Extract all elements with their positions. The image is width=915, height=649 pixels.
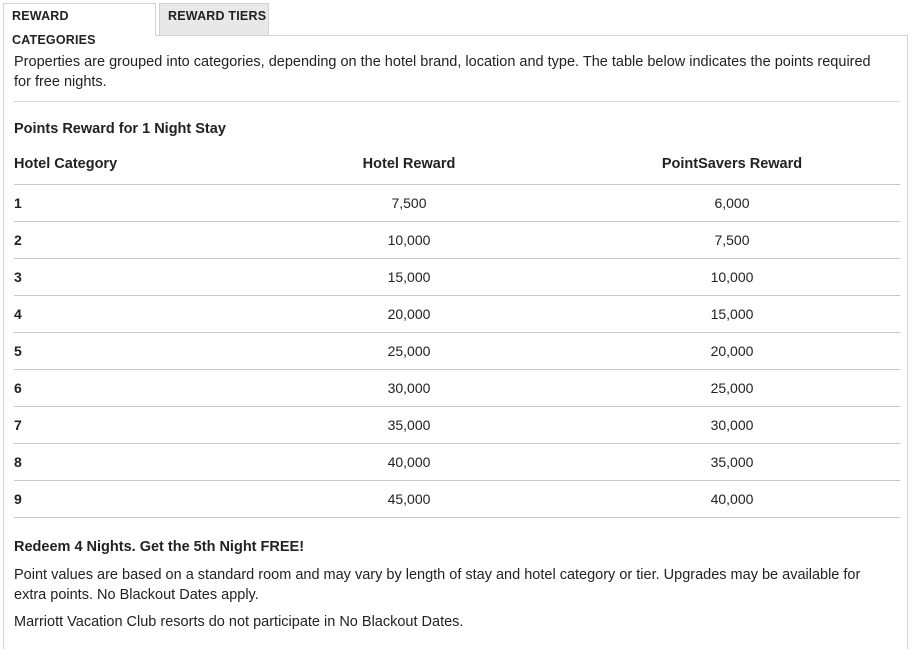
table-row: 3 15,000 10,000 [14, 258, 900, 296]
table-row: 2 10,000 7,500 [14, 221, 900, 259]
hotel-reward-cell: 15,000 [254, 258, 564, 296]
hotel-reward-cell: 35,000 [254, 406, 564, 444]
tab-reward-categories[interactable]: REWARD CATEGORIES [3, 3, 156, 47]
table-row: 5 25,000 20,000 [14, 332, 900, 370]
pointsavers-reward-cell: 15,000 [564, 295, 900, 333]
divider [14, 101, 900, 102]
category-cell: 5 [14, 332, 254, 370]
promo-heading: Redeem 4 Nights. Get the 5th Night FREE! [14, 539, 305, 555]
category-cell: 7 [14, 406, 254, 444]
table-row: 9 45,000 40,000 [14, 480, 900, 518]
hotel-reward-cell: 45,000 [254, 480, 564, 518]
hotel-reward-cell: 20,000 [254, 295, 564, 333]
table-header-row: Hotel Category Hotel Reward PointSavers … [14, 156, 900, 185]
pointsavers-reward-cell: 20,000 [564, 332, 900, 370]
column-header-hotel-reward: Hotel Reward [362, 156, 456, 172]
pointsavers-reward-cell: 30,000 [564, 406, 900, 444]
category-cell: 2 [14, 221, 254, 259]
table-row: 6 30,000 25,000 [14, 369, 900, 407]
pointsavers-reward-cell: 10,000 [564, 258, 900, 296]
table-row: 8 40,000 35,000 [14, 443, 900, 481]
category-cell: 1 [14, 184, 254, 222]
table-row: 7 35,000 30,000 [14, 406, 900, 444]
category-cell: 4 [14, 295, 254, 333]
column-header-pointsavers-reward: PointSavers Reward [661, 156, 803, 172]
table-body: 1 7,500 6,000 2 10,000 7,500 3 15,000 10,000 4 20,… [14, 184, 900, 518]
blackout-note: Marriott Vacation Club resorts do not pa… [14, 614, 464, 630]
points-table: Hotel Category Hotel Reward PointSavers … [14, 156, 900, 518]
tab-reward-tiers[interactable]: REWARD TIERS [159, 3, 269, 35]
table-row: 4 20,000 15,000 [14, 295, 900, 333]
pointsavers-reward-cell: 25,000 [564, 369, 900, 407]
table-row: 1 7,500 6,000 [14, 184, 900, 222]
tab-panel: Properties are grouped into categories, … [3, 35, 908, 649]
column-header-category: Hotel Category [14, 156, 118, 172]
hotel-reward-cell: 25,000 [254, 332, 564, 370]
hotel-reward-cell: 7,500 [254, 184, 564, 222]
points-note: Point values are based on a standard roo… [14, 567, 861, 603]
category-cell: 9 [14, 480, 254, 518]
table-heading: Points Reward for 1 Night Stay [14, 121, 226, 137]
hotel-reward-cell: 40,000 [254, 443, 564, 481]
pointsavers-reward-cell: 7,500 [564, 221, 900, 259]
hotel-reward-cell: 10,000 [254, 221, 564, 259]
category-cell: 8 [14, 443, 254, 481]
intro-text: Properties are grouped into categories, … [14, 54, 871, 90]
pointsavers-reward-cell: 40,000 [564, 480, 900, 518]
category-cell: 6 [14, 369, 254, 407]
category-cell: 3 [14, 258, 254, 296]
hotel-reward-cell: 30,000 [254, 369, 564, 407]
pointsavers-reward-cell: 35,000 [564, 443, 900, 481]
pointsavers-reward-cell: 6,000 [564, 184, 900, 222]
